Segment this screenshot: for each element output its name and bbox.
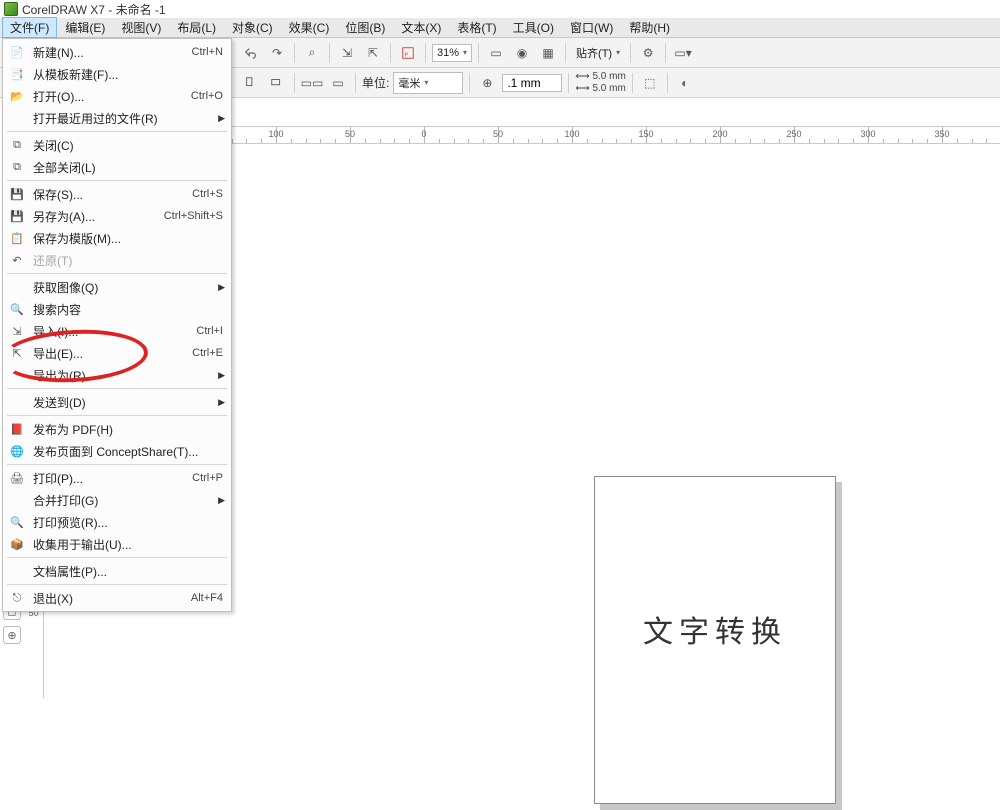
publish-pdf-icon[interactable]: P [397,42,419,64]
menu-item-new-from-template[interactable]: 📑 从模板新建(F)... [3,63,231,85]
menu-item-open[interactable]: 📂 打开(O)... Ctrl+O [3,85,231,107]
close-all-icon: ⧉ [7,159,27,175]
undo-split-icon[interactable] [240,42,262,64]
menu-text[interactable]: 文本(X) [393,17,449,38]
menu-window[interactable]: 窗口(W) [562,17,621,38]
new-template-icon: 📑 [7,66,27,82]
document-page[interactable]: 文字转换 [594,476,836,804]
ruler-tick-label: 350 [934,129,949,139]
menu-help[interactable]: 帮助(H) [621,17,678,38]
collect-output-icon: 📦 [7,536,27,552]
search-icon[interactable]: ⌕ [301,42,323,64]
ruler-tick-label: 100 [564,129,579,139]
save-icon: 💾 [7,186,27,202]
menu-view[interactable]: 视图(V) [113,17,169,38]
menu-file[interactable]: 文件(F) [2,17,57,38]
menu-item-new[interactable]: 📄 新建(N)... Ctrl+N [3,41,231,63]
close-icon: ⧉ [7,137,27,153]
menu-item-save-as[interactable]: 💾 另存为(A)... Ctrl+Shift+S [3,205,231,227]
save-as-icon: 💾 [7,208,27,224]
import-icon: ⇲ [7,323,27,339]
edit-fill-icon[interactable]: ◐ [674,72,696,94]
export-icon[interactable]: ⇱ [362,42,384,64]
duplicate-y-label: ⟷ 5.0 mm [575,83,625,95]
treat-as-filled-icon[interactable]: ⬚ [639,72,661,94]
menu-item-save-as-template[interactable]: 📋 保存为模版(M)... [3,227,231,249]
search-content-icon: 🔍 [7,301,27,317]
export-icon: ⇱ [7,345,27,361]
menu-item-collect-for-output[interactable]: 📦 收集用于输出(U)... [3,533,231,555]
menu-layout[interactable]: 布局(L) [169,17,224,38]
menu-item-acquire-image[interactable]: 获取图像(Q) ▶ [3,276,231,298]
title-bar: CorelDRAW X7 - 未命名 -1 [0,0,1000,18]
save-template-icon: 📋 [7,230,27,246]
menu-item-print[interactable]: 🖨 打印(P)... Ctrl+P [3,467,231,489]
open-folder-icon: 📂 [7,88,27,104]
new-file-icon: 📄 [7,44,27,60]
redo-icon[interactable]: ↷ [266,42,288,64]
conceptshare-icon: 🌐 [7,443,27,459]
menu-item-close-all[interactable]: ⧉ 全部关闭(L) [3,156,231,178]
app-title: CorelDRAW X7 - 未命名 -1 [22,1,166,18]
snap-to-dropdown[interactable]: 贴齐(T) [572,43,624,63]
app-logo-icon [4,2,18,16]
options-icon[interactable]: ⚙ [637,42,659,64]
duplicate-x-label: ⟷ 5.0 mm [575,71,625,83]
show-rulers-icon[interactable]: ◉ [511,42,533,64]
file-menu-dropdown: 📄 新建(N)... Ctrl+N 📑 从模板新建(F)... 📂 打开(O).… [2,38,232,612]
page-text: 文字转换 [643,607,787,651]
print-icon: 🖨 [7,470,27,486]
menu-edit[interactable]: 编辑(E) [57,17,113,38]
menu-tools[interactable]: 工具(O) [505,17,562,38]
unit-dropdown[interactable]: 毫米 [393,72,463,94]
menu-item-print-preview[interactable]: 🔍 打印预览(R)... [3,511,231,533]
menu-bar: 文件(F) 编辑(E) 视图(V) 布局(L) 对象(C) 效果(C) 位图(B… [0,18,1000,38]
menu-item-document-properties[interactable]: 文档属性(P)... [3,560,231,582]
menu-item-open-recent[interactable]: 打开最近用过的文件(R) ▶ [3,107,231,129]
import-icon[interactable]: ⇲ [336,42,358,64]
menu-item-print-merge[interactable]: 合并打印(G) ▶ [3,489,231,511]
menu-item-send-to[interactable]: 发送到(D) ▶ [3,391,231,413]
menu-item-search-content[interactable]: 🔍 搜索内容 [3,298,231,320]
print-preview-icon: 🔍 [7,514,27,530]
ruler-tick-label: 50 [345,129,355,139]
menu-item-close[interactable]: ⧉ 关闭(C) [3,134,231,156]
menu-item-import[interactable]: ⇲ 导入(I)... Ctrl+I [3,320,231,342]
revert-icon: ↶ [7,252,27,268]
current-page-icon[interactable]: ▭ [327,72,349,94]
page-orientation-landscape-icon[interactable] [266,72,288,94]
ruler-tick-label: 150 [638,129,653,139]
nudge-distance-input[interactable] [502,74,562,92]
ruler-tick-label: 0 [421,129,426,139]
menu-item-publish-conceptshare[interactable]: 🌐 发布页面到 ConceptShare(T)... [3,440,231,462]
exit-icon: ⎋ [7,590,27,606]
unit-label: 单位: [362,74,389,91]
all-pages-icon[interactable]: ▭▭ [301,72,323,94]
zoom-level-dropdown[interactable]: 31% [432,44,472,62]
pdf-icon: 📕 [7,421,27,437]
menu-item-export-for[interactable]: 导出为(R) ▶ [3,364,231,386]
menu-effects[interactable]: 效果(C) [281,17,338,38]
menu-item-publish-pdf[interactable]: 📕 发布为 PDF(H) [3,418,231,440]
menu-item-exit[interactable]: ⎋ 退出(X) Alt+F4 [3,587,231,609]
ruler-tick-label: 250 [786,129,801,139]
menu-bitmaps[interactable]: 位图(B) [337,17,393,38]
menu-object[interactable]: 对象(C) [224,17,281,38]
ruler-tick-label: 100 [268,129,283,139]
ruler-tick-label: 50 [493,129,503,139]
svg-text:P: P [405,52,409,58]
ruler-tick-label: 200 [712,129,727,139]
menu-table[interactable]: 表格(T) [449,17,504,38]
ruler-tick-label: 300 [860,129,875,139]
launch-app-icon[interactable]: ▭▾ [672,42,694,64]
menu-item-revert: ↶ 还原(T) [3,249,231,271]
show-grid-icon[interactable]: ▦ [537,42,559,64]
nudge-icon: ⊕ [476,72,498,94]
fullscreen-preview-icon[interactable]: ▭ [485,42,507,64]
page-orientation-portrait-icon[interactable] [240,72,262,94]
menu-item-save[interactable]: 💾 保存(S)... Ctrl+S [3,183,231,205]
menu-item-export[interactable]: ⇱ 导出(E)... Ctrl+E [3,342,231,364]
tool-zoom-plus[interactable]: ⊕ [3,626,21,644]
